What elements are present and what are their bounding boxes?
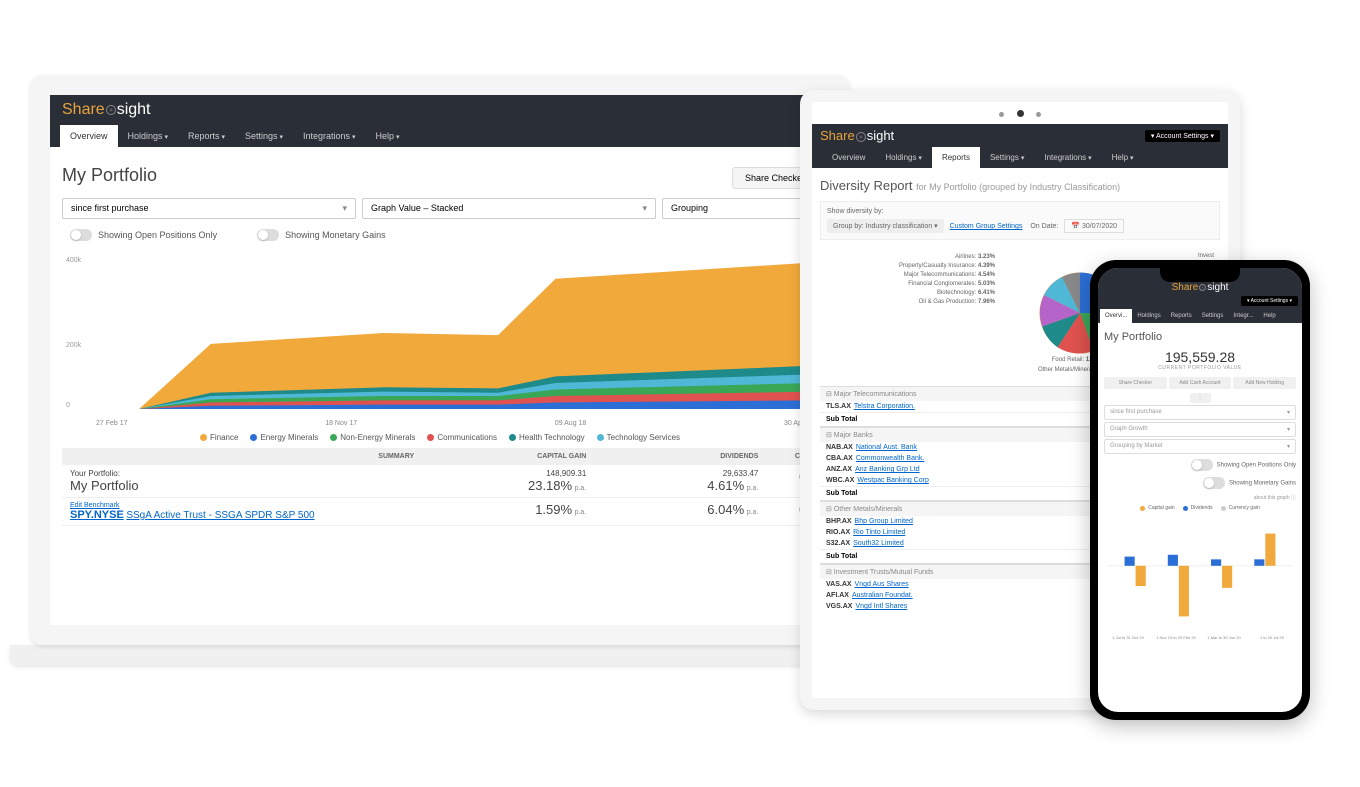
- nav-overview[interactable]: Overview: [60, 125, 118, 147]
- more-button[interactable]: ⋮: [1190, 393, 1211, 403]
- share-checker-button[interactable]: Share Checker: [1104, 377, 1167, 389]
- tablet-camera-bar: [812, 102, 1228, 124]
- toggle-open-positions[interactable]: Showing Open Positions Only: [1104, 456, 1296, 474]
- nav-holdings[interactable]: Holdings: [118, 125, 179, 147]
- x-labels: 27 Feb 1718 Nov 1709 Aug 1830 Apr 19: [96, 420, 814, 427]
- diversity-controls: Show diversity by: Group by: Industry cl…: [820, 201, 1220, 240]
- account-settings-button[interactable]: ▾ Account Settings ▾: [1241, 296, 1298, 306]
- nav-integrations[interactable]: Integrations: [1034, 147, 1101, 168]
- brand-logo: Sharesight: [1172, 282, 1229, 293]
- page-title: My Portfolio: [62, 165, 157, 186]
- bar-x-labels: 1 Jul to 31 Oct 19 1 Nov 19 to 29 Feb 20…: [1104, 635, 1296, 640]
- add-holding-button[interactable]: Add New Holding: [1233, 377, 1296, 389]
- laptop-screen: Sharesight Overview Holdings Reports Set…: [30, 75, 850, 645]
- phone-topbar-2: ▾ Account Settings ▾: [1098, 296, 1302, 309]
- legend-item: Dividends: [1183, 505, 1213, 511]
- phone-action-buttons: Share Checker Add Cash Account Add New H…: [1104, 377, 1296, 389]
- nav-reports[interactable]: Reports: [1166, 309, 1197, 323]
- nav-holdings[interactable]: Holdings: [875, 147, 932, 168]
- laptop-topbar: Sharesight: [50, 95, 830, 125]
- nav-overview[interactable]: Overview: [822, 147, 875, 168]
- area-legend: Finance Energy Minerals Non-Energy Mineral…: [62, 433, 818, 442]
- legend-item: Finance: [200, 433, 238, 442]
- nav-reports[interactable]: Reports: [178, 125, 235, 147]
- y-tick: 400k: [66, 257, 81, 264]
- legend-item: Capital gain: [1140, 505, 1174, 511]
- y-tick: 0: [66, 402, 70, 409]
- nav-settings[interactable]: Settings: [980, 147, 1034, 168]
- edit-benchmark-link[interactable]: Edit Benchmark: [70, 502, 414, 509]
- laptop-toggle-row: Showing Open Positions Only Showing Mone…: [62, 223, 818, 247]
- brand-logo: Sharesight: [820, 128, 894, 143]
- add-cash-button[interactable]: Add Cash Account: [1169, 377, 1232, 389]
- toggle-monetary-gains[interactable]: Showing Monetary Gains: [1104, 474, 1296, 492]
- legend-item: Communications: [427, 433, 497, 442]
- group-by-select[interactable]: Group by: Industry classification ▾: [827, 219, 944, 233]
- area-svg: [96, 257, 814, 409]
- toggle-open-positions[interactable]: Showing Open Positions Only: [70, 229, 217, 241]
- nav-help[interactable]: Help: [1258, 309, 1280, 323]
- phone-content: My Portfolio 195,559.28 CURRENT PORTFOLI…: [1098, 323, 1302, 644]
- laptop-navbar: Overview Holdings Reports Settings Integ…: [50, 125, 830, 147]
- period-select[interactable]: since first purchase: [1104, 405, 1296, 420]
- page-title: My Portfolio: [1104, 331, 1296, 343]
- tablet-topbar: Sharesight ▾ Account Settings ▾: [812, 124, 1228, 147]
- nav-settings[interactable]: Settings: [235, 125, 293, 147]
- benchmark-ticker-link[interactable]: SPY.NYSE: [70, 509, 124, 521]
- report-title: Diversity Report for My Portfolio (group…: [820, 178, 1220, 193]
- y-tick: 200k: [66, 342, 81, 349]
- growth-bar-chart: [1104, 515, 1296, 635]
- date-input[interactable]: 📅 30/07/2020: [1064, 219, 1124, 233]
- laptop-content: My Portfolio Share Checker since first p…: [50, 147, 830, 536]
- legend-item: Technology Services: [597, 433, 680, 442]
- benchmark-name-link[interactable]: SSgA Active Trust - SSGA SPDR S&P 500: [126, 510, 314, 521]
- nav-integrations[interactable]: Integr...: [1228, 309, 1258, 323]
- legend-item: Non-Energy Minerals: [330, 433, 415, 442]
- legend-item: Energy Minerals: [250, 433, 318, 442]
- grouping-select[interactable]: Grouping by Market: [1104, 439, 1296, 454]
- phone-device: Sharesight ▾ Account Settings ▾ Overvi..…: [1090, 260, 1310, 720]
- phone-navbar: Overvi... Holdings Reports Settings Inte…: [1098, 309, 1302, 323]
- nav-integrations[interactable]: Integrations: [293, 125, 366, 147]
- account-settings-button[interactable]: ▾ Account Settings ▾: [1145, 130, 1220, 142]
- summary-portfolio-row: Your Portfolio: My Portfolio 148,909.31 …: [62, 465, 818, 498]
- summary-benchmark-row: Edit Benchmark SPY.NYSE SSgA Active Trus…: [62, 498, 818, 526]
- phone-notch: [1160, 268, 1240, 282]
- laptop-device: Sharesight Overview Holdings Reports Set…: [30, 75, 850, 695]
- bar-svg: [1108, 515, 1292, 635]
- summary-header: SUMMARY CAPITAL GAIN DIVIDENDS CUR: [62, 448, 818, 465]
- laptop-selectors: since first purchase Graph Value – Stack…: [62, 198, 818, 219]
- nav-settings[interactable]: Settings: [1197, 309, 1229, 323]
- bar-legend: Capital gain Dividends Currency gain: [1104, 505, 1296, 511]
- nav-reports[interactable]: Reports: [932, 147, 980, 168]
- toggle-monetary-gains[interactable]: Showing Monetary Gains: [257, 229, 386, 241]
- laptop-base: [10, 645, 870, 665]
- tablet-navbar: Overview Holdings Reports Settings Integ…: [812, 147, 1228, 168]
- nav-help[interactable]: Help: [366, 125, 410, 147]
- portfolio-value: 195,559.28 CURRENT PORTFOLIO VALUE: [1104, 349, 1296, 371]
- nav-holdings[interactable]: Holdings: [1132, 309, 1165, 323]
- about-graph-link[interactable]: about this graph ⓘ: [1104, 494, 1296, 501]
- legend-item: Health Technology: [509, 433, 585, 442]
- grouping-select[interactable]: Grouping: [662, 198, 818, 219]
- graph-select[interactable]: Graph Value – Stacked: [362, 198, 656, 219]
- portfolio-area-chart: 400k 200k 0 27 Feb 1718 Nov 1709 Aug 183…: [66, 257, 814, 427]
- graph-select[interactable]: Graph Growth: [1104, 422, 1296, 437]
- period-select[interactable]: since first purchase: [62, 198, 356, 219]
- nav-overview[interactable]: Overvi...: [1100, 309, 1132, 323]
- brand-logo: Sharesight: [62, 101, 151, 119]
- legend-item: Currency gain: [1221, 505, 1260, 511]
- nav-help[interactable]: Help: [1102, 147, 1144, 168]
- phone-screen: Sharesight ▾ Account Settings ▾ Overvi..…: [1098, 268, 1302, 712]
- custom-group-link[interactable]: Custom Group Settings: [950, 223, 1023, 230]
